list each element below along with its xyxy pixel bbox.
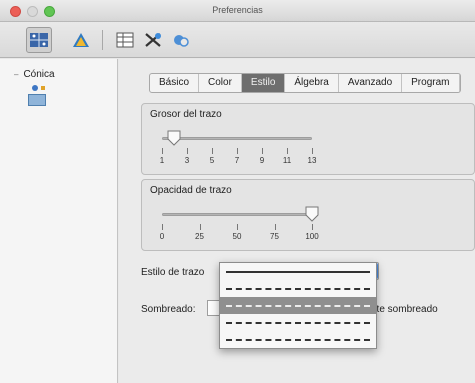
thickness-tick-label: 7: [234, 156, 240, 165]
graphics-view-button[interactable]: [26, 27, 52, 53]
window-title: Preferencias: [212, 5, 263, 15]
line-thickness-slider[interactable]: [162, 137, 312, 140]
thickness-tick-label: 9: [259, 156, 265, 165]
tree-node-label: Cónica: [23, 69, 55, 80]
line-thickness-thumb[interactable]: [167, 130, 181, 146]
line-thickness-title: Grosor del trazo: [150, 109, 222, 120]
shading-label: Sombreado:: [141, 304, 196, 315]
line-style-label: Estilo de trazo: [141, 267, 205, 278]
thickness-tick-label: 13: [307, 156, 317, 165]
tab-programa[interactable]: Program: [402, 74, 460, 92]
line-thickness-tick-labels: 1 3 5 7 9 11 13: [159, 156, 317, 168]
opacity-tick-label: 25: [195, 232, 204, 241]
tab-estilo[interactable]: Estilo: [241, 74, 286, 92]
thickness-tick: [212, 148, 213, 154]
thickness-tick-label: 3: [184, 156, 190, 165]
graphics-view-icon: [30, 33, 48, 47]
cas-button[interactable]: [140, 27, 166, 53]
opacity-tick-label: 100: [305, 232, 319, 241]
line-style-option-dashed-short[interactable]: [220, 314, 376, 331]
opacity-tick-label: 50: [232, 232, 242, 241]
tab-algebra[interactable]: Álgebra: [285, 74, 339, 92]
selected-object-icon[interactable]: [28, 94, 46, 106]
preferences-main-panel: Básico Color Estilo Álgebra Avanzado Pro…: [119, 59, 475, 383]
opacity-tick: [199, 224, 201, 230]
defaults-button[interactable]: [168, 27, 194, 53]
opacity-tick-label: 0: [159, 232, 165, 241]
cas-tools-icon: [145, 33, 161, 47]
thickness-tick-label: 5: [209, 156, 215, 165]
toolbar-separator: [102, 30, 103, 50]
solid-line-icon: [226, 270, 370, 273]
spreadsheet-button[interactable]: [112, 27, 138, 53]
thickness-tick: [187, 148, 188, 154]
dashed-long-line-icon: [226, 287, 370, 290]
thickness-tick-label: 1: [159, 156, 165, 165]
thickness-tick: [262, 148, 263, 154]
line-style-option-solid[interactable]: [220, 263, 376, 280]
line-style-popup: [219, 262, 377, 349]
line-opacity-thumb[interactable]: [305, 206, 319, 222]
geometry-button[interactable]: [68, 27, 94, 53]
line-opacity-group: Opacidad de trazo 0 25 50 75 100: [141, 179, 475, 251]
dashed-medium-line-icon: [226, 304, 370, 307]
dashed-extra-line-icon: [226, 338, 370, 341]
tab-basico[interactable]: Básico: [150, 74, 200, 92]
thickness-tick: [312, 148, 313, 154]
opacity-tick-label: 75: [270, 232, 279, 241]
line-opacity-slider[interactable]: [162, 213, 312, 216]
collapse-toggle-icon[interactable]: –: [14, 70, 18, 79]
geometry-triangle-icon: [73, 33, 89, 47]
thickness-tick: [287, 148, 288, 154]
thickness-tick-label: 11: [282, 156, 292, 165]
toolbar: [0, 22, 475, 58]
line-opacity-title: Opacidad de trazo: [150, 185, 232, 196]
thickness-tick: [162, 148, 163, 154]
dashed-short-line-icon: [226, 321, 370, 324]
tree-node-conica[interactable]: – Cónica: [14, 69, 55, 80]
tab-bar: Básico Color Estilo Álgebra Avanzado Pro…: [149, 73, 461, 93]
line-thickness-ticks: [162, 148, 313, 154]
line-style-option-dashed-extra[interactable]: [220, 331, 376, 348]
opacity-tick: [274, 224, 276, 230]
title-bar: Preferencias: [0, 0, 475, 22]
line-thickness-group: Grosor del trazo 1 3 5 7 9 11 13: [141, 103, 475, 175]
spreadsheet-icon: [116, 32, 134, 48]
opacity-tick: [162, 224, 163, 230]
line-opacity-ticks: [162, 224, 313, 230]
line-opacity-tick-labels: 0 25 50 75 100: [159, 232, 319, 244]
tab-avanzado[interactable]: Avanzado: [339, 74, 403, 92]
opacity-tick: [312, 224, 313, 230]
line-style-option-dashed-long[interactable]: [220, 280, 376, 297]
thickness-tick: [237, 148, 238, 154]
line-style-option-dashed-medium[interactable]: [220, 297, 376, 314]
object-tree-sidebar: – Cónica: [0, 59, 118, 383]
tab-color[interactable]: Color: [199, 74, 242, 92]
opacity-tick: [237, 224, 238, 230]
defaults-icon: [174, 35, 189, 47]
inverse-shading-label: nte sombreado: [371, 304, 438, 315]
conic-object-icon: [32, 85, 45, 91]
